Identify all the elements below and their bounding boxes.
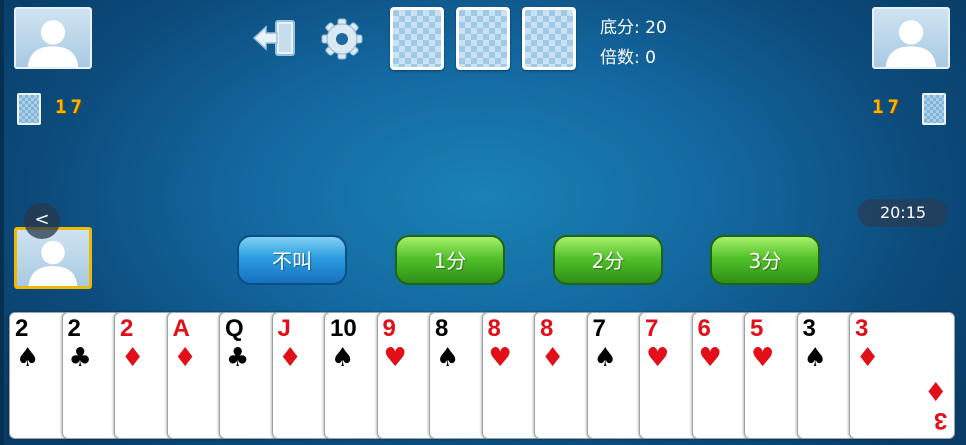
card-rank: J bbox=[277, 315, 291, 342]
card-suit-icon: ♥ bbox=[751, 343, 775, 373]
card-suit-icon: ♦ bbox=[173, 343, 197, 373]
card-suit-icon: ♦ bbox=[541, 343, 565, 373]
card-suit-icon: ♥ bbox=[698, 343, 722, 373]
left-card-back-icon bbox=[17, 93, 41, 125]
card-rank: 8 bbox=[540, 315, 554, 342]
card-suit-icon: ♦ bbox=[856, 343, 880, 373]
default-avatar-icon bbox=[885, 20, 937, 67]
default-avatar-icon bbox=[28, 240, 78, 286]
bottom-card-back bbox=[522, 7, 576, 70]
self-avatar[interactable] bbox=[14, 227, 92, 289]
card-suit-icon: ♠ bbox=[331, 343, 355, 373]
card-rank: 2 bbox=[15, 315, 29, 342]
card-rank: 3 bbox=[802, 315, 816, 342]
card-rank: 7 bbox=[592, 315, 606, 342]
right-card-count: 17 bbox=[872, 96, 903, 118]
hand-card[interactable]: 3 ♦ ♦ 3 bbox=[849, 312, 955, 439]
card-rank: 9 bbox=[382, 315, 396, 342]
card-suit-icon: ♥ bbox=[646, 343, 670, 373]
right-card-back-icon bbox=[922, 93, 946, 125]
card-suit-icon: ♠ bbox=[16, 343, 40, 373]
bottom-card-back bbox=[390, 7, 444, 70]
card-rank: 2 bbox=[67, 315, 81, 342]
card-rank: A bbox=[172, 315, 190, 342]
card-suit-icon: ♠ bbox=[803, 343, 827, 373]
player-hand: 2 ♠ 2 ♣ 2 ♦ A ♦ Q ♣ J ♦ 10 ♠ 9 ♥ 8 ♠ 8 ♥ 8 ♦ 7 ♠ 7 ♥ 6 ♥ 5 ♥ 3 ♠ 3 ♦ ♦ 3 bbox=[9, 312, 959, 439]
card-rank: 3 bbox=[855, 315, 869, 342]
card-suit-icon: ♠ bbox=[436, 343, 460, 373]
gear-icon[interactable] bbox=[317, 16, 367, 62]
bid-1-button[interactable]: 1分 bbox=[395, 235, 505, 285]
right-opponent-avatar[interactable] bbox=[872, 7, 950, 69]
card-suit-icon: ♦ bbox=[278, 343, 302, 373]
pass-button[interactable]: 不叫 bbox=[237, 235, 347, 285]
card-suit-icon: ♣ bbox=[68, 343, 92, 373]
card-rank: 6 bbox=[697, 315, 711, 342]
card-suit-icon: ♦ bbox=[923, 375, 947, 405]
card-rank: Q bbox=[225, 315, 244, 342]
card-rank: 10 bbox=[330, 315, 357, 342]
left-opponent-avatar[interactable] bbox=[14, 7, 92, 69]
bottom-card-back bbox=[456, 7, 510, 70]
card-suit-icon: ♦ bbox=[121, 343, 145, 373]
card-suit-icon: ♠ bbox=[593, 343, 617, 373]
bid-3-button[interactable]: 3分 bbox=[710, 235, 820, 285]
exit-icon[interactable] bbox=[250, 15, 300, 61]
base-score: 底分: 20 bbox=[600, 18, 667, 38]
card-rank: 5 bbox=[750, 315, 764, 342]
default-avatar-icon bbox=[27, 20, 79, 67]
back-button[interactable]: < bbox=[24, 203, 60, 239]
card-rank: 8 bbox=[435, 315, 449, 342]
card-suit-icon: ♥ bbox=[383, 343, 407, 373]
clock: 20:15 bbox=[858, 199, 948, 227]
card-rank: 8 bbox=[487, 315, 501, 342]
game-table: 17 17 底分: 20 倍数: 0 < 20:15 不叫 1分 2分 3分 2… bbox=[0, 0, 966, 445]
card-rank: 3 bbox=[933, 407, 947, 434]
card-suit-icon: ♣ bbox=[226, 343, 250, 373]
left-card-count: 17 bbox=[55, 96, 86, 118]
card-suit-icon: ♥ bbox=[488, 343, 512, 373]
bid-2-button[interactable]: 2分 bbox=[553, 235, 663, 285]
multiplier: 倍数: 0 bbox=[600, 48, 656, 68]
card-rank: 7 bbox=[645, 315, 659, 342]
card-rank: 2 bbox=[120, 315, 134, 342]
